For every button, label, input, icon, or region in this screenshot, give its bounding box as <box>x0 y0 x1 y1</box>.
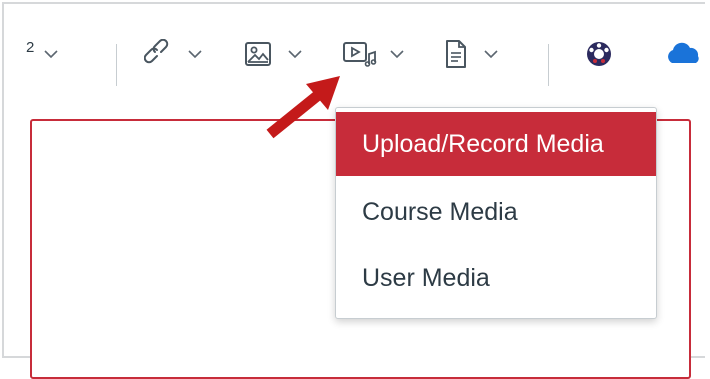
link-dropdown-button[interactable] <box>144 4 204 104</box>
menu-item-label: Course Media <box>362 197 518 226</box>
menu-item-course-media[interactable]: Course Media <box>336 180 656 244</box>
link-icon <box>144 39 169 64</box>
annotation-arrow-icon <box>266 76 340 139</box>
document-icon <box>446 40 466 68</box>
media-icon <box>343 42 377 67</box>
apps-button[interactable] <box>584 4 614 104</box>
chevron-down-icon <box>288 50 302 59</box>
menu-item-upload-record-media[interactable]: Upload/Record Media <box>336 112 656 176</box>
apps-icon <box>587 42 611 66</box>
toolbar-divider <box>548 44 549 86</box>
menu-item-user-media[interactable]: User Media <box>336 246 656 310</box>
media-dropdown-menu: Upload/Record Media Course Media User Me… <box>335 107 657 319</box>
cloud-icon <box>668 42 699 63</box>
menu-item-label: User Media <box>362 263 490 292</box>
chevron-down-icon <box>44 50 58 59</box>
screenshot-frame: 2 Upload/Record Media Course Media User … <box>0 0 710 379</box>
rich-content-editor-toolbar: 2 <box>4 4 705 104</box>
heading-level-value: 2 <box>26 38 35 56</box>
chevron-down-icon <box>390 50 404 59</box>
heading-level-dropdown[interactable]: 2 <box>26 4 60 104</box>
chevron-down-icon <box>484 50 498 59</box>
document-dropdown-button[interactable] <box>444 4 500 104</box>
chevron-down-icon <box>188 50 202 59</box>
menu-item-label: Upload/Record Media <box>362 129 604 158</box>
image-icon <box>245 42 271 66</box>
cloud-button[interactable] <box>664 4 704 104</box>
toolbar-divider <box>116 44 117 86</box>
